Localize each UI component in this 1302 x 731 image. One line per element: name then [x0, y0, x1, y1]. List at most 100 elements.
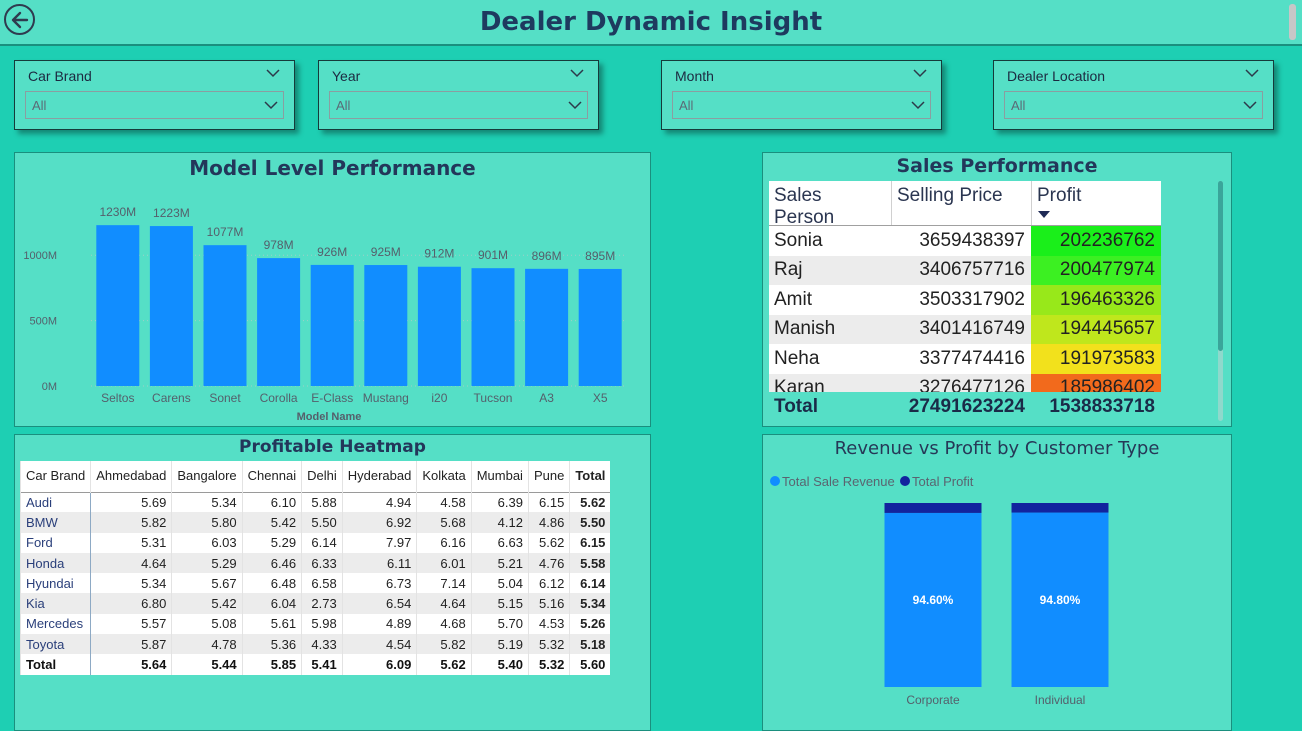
column-header[interactable]: Delhi [301, 461, 343, 492]
column-header[interactable]: Ahmedabad [90, 461, 172, 492]
bar[interactable] [525, 268, 569, 386]
chevron-down-icon[interactable] [568, 99, 582, 111]
slicer-value: All [336, 98, 351, 113]
slicer-dropdown[interactable]: All [25, 91, 284, 119]
value-cell: 5.67 [171, 573, 243, 594]
bar[interactable] [203, 245, 247, 386]
table-scrollbar-thumb[interactable] [1218, 181, 1223, 351]
model-performance-panel: Model Level Performance 0M 500M 1000M 1230M… [14, 152, 651, 427]
selling-price-cell: 3503317902 [919, 288, 1025, 310]
table-row[interactable]: Hyundai 5.34 5.67 6.48 6.58 6.73 7.14 5.04 6.12 6… [19, 573, 611, 594]
chevron-down-icon[interactable] [911, 99, 925, 111]
slicer-label: Car Brand [28, 68, 92, 84]
sales-table-header: Sales Person Selling Price Profit [769, 181, 1161, 228]
chevron-down-icon[interactable] [570, 67, 584, 79]
value-cell: 6.11 [341, 552, 417, 574]
column-header[interactable]: Bangalore [171, 461, 243, 492]
value-cell: 5.29 [171, 552, 243, 574]
value-cell: 6.09 [341, 654, 417, 675]
chevron-down-icon[interactable] [1243, 99, 1257, 111]
slicer-year[interactable]: Year All [318, 60, 599, 130]
value-cell: 4.64 [416, 593, 472, 614]
table-row[interactable]: BMW 5.82 5.80 5.42 5.50 6.92 5.68 4.12 4.86 5.50 [19, 512, 611, 533]
page-scrollbar[interactable] [1289, 4, 1296, 40]
bar[interactable] [96, 225, 140, 386]
value-cell: 5.58 [569, 552, 611, 574]
profit-cell: 196463326 [1031, 285, 1161, 315]
value-cell: 5.69 [90, 492, 172, 513]
table-row[interactable]: Amit 3503317902 196463326 [769, 285, 1161, 315]
model-bar-chart: 0M 500M 1000M 1230M Seltos 1223M Carens 1077M So… [23, 205, 627, 423]
value-cell: 4.64 [90, 552, 172, 574]
chevron-down-icon[interactable] [913, 67, 927, 79]
table-row[interactable]: Ford 5.31 6.03 5.29 6.14 7.97 6.16 6.63 5.62 6.15 [19, 532, 611, 553]
data-label: 978M [264, 238, 294, 252]
legend-marker[interactable] [770, 476, 780, 486]
table-row[interactable]: Audi 5.69 5.34 6.10 5.88 4.94 4.58 6.39 6.15 5.62 [19, 492, 611, 513]
value-cell: 6.10 [241, 492, 302, 513]
brand-cell: Ford [19, 532, 92, 553]
legend-label[interactable]: Total Sale Revenue [782, 474, 895, 489]
column-header[interactable]: Pune [527, 461, 570, 492]
slicer-value: All [32, 98, 47, 113]
column-header[interactable]: Mumbai [470, 461, 529, 492]
data-label: 895M [585, 249, 615, 263]
total-row[interactable]: Total 5.64 5.44 5.85 5.41 6.09 5.62 5.40 5.32 5.6… [19, 654, 611, 675]
value-cell: 6.14 [301, 532, 343, 553]
value-cell: 6.04 [241, 593, 302, 614]
stacked-bar-segment[interactable] [884, 503, 982, 513]
value-cell: 5.36 [241, 634, 302, 655]
slicer-value: All [679, 98, 694, 113]
bar[interactable] [364, 265, 408, 386]
table-row[interactable]: Honda 4.64 5.29 6.46 6.33 6.11 6.01 5.21 4.76 5.5… [19, 552, 611, 574]
table-row[interactable]: Toyota 5.87 4.78 5.36 4.33 4.54 5.82 5.19 5.32 5.… [19, 634, 611, 655]
slicer-value: All [1011, 98, 1026, 113]
data-label: 1077M [207, 225, 244, 239]
value-cell: 5.29 [241, 532, 302, 553]
bar[interactable] [578, 268, 622, 386]
stacked-bar-segment[interactable] [1011, 503, 1109, 513]
slicer-month[interactable]: Month All [661, 60, 942, 130]
table-row[interactable]: Sonia 3659438397 202236762 [769, 226, 1161, 256]
chevron-down-icon[interactable] [1245, 67, 1259, 79]
bar[interactable] [471, 268, 515, 386]
bar[interactable] [149, 226, 193, 386]
column-header[interactable]: Hyderabad [341, 461, 417, 492]
column-header[interactable]: Car Brand [19, 461, 91, 492]
value-cell: 5.16 [527, 593, 570, 614]
bar[interactable] [257, 258, 301, 386]
slicer-dropdown[interactable]: All [329, 91, 588, 119]
column-header[interactable]: Total [569, 461, 611, 492]
value-cell: 5.80 [171, 512, 243, 533]
value-cell: 4.86 [527, 512, 570, 533]
value-cell: 6.16 [416, 532, 472, 553]
column-header-profit[interactable]: Profit [1031, 181, 1161, 225]
sort-descending-icon[interactable] [1038, 211, 1050, 219]
profit-cell: 202236762 [1031, 226, 1161, 256]
legend-label[interactable]: Total Profit [912, 474, 974, 489]
profit-cell: 194445657 [1031, 314, 1161, 344]
value-cell: 5.82 [90, 512, 172, 533]
column-header-sales-person[interactable]: Sales Person [769, 181, 891, 228]
bar[interactable] [417, 266, 461, 386]
chevron-down-icon[interactable] [266, 67, 280, 79]
column-header[interactable]: Kolkata [416, 461, 472, 492]
slicer-car-brand[interactable]: Car Brand All [14, 60, 295, 130]
table-row[interactable]: Karan 3276477126 185986402 [769, 373, 1161, 392]
slicer-dropdown[interactable]: All [1004, 91, 1263, 119]
table-row[interactable]: Mercedes 5.57 5.08 5.61 5.98 4.89 4.68 5.70 4.53… [19, 613, 611, 635]
brand-cell: BMW [19, 512, 92, 533]
value-cell: 5.82 [416, 634, 472, 655]
table-row[interactable]: Neha 3377474416 191973583 [769, 344, 1161, 374]
table-row[interactable]: Raj 3406757716 200477974 [769, 255, 1161, 285]
column-header[interactable]: Chennai [241, 461, 302, 492]
value-cell: 5.62 [569, 492, 611, 513]
table-row[interactable]: Manish 3401416749 194445657 [769, 314, 1161, 344]
table-row[interactable]: Kia 6.80 5.42 6.04 2.73 6.54 4.64 5.15 5.16 5.34 [19, 593, 611, 614]
legend-marker[interactable] [900, 476, 910, 486]
column-header-selling-price[interactable]: Selling Price [891, 181, 1031, 225]
slicer-dealer-location[interactable]: Dealer Location All [993, 60, 1274, 130]
bar[interactable] [310, 264, 354, 386]
chevron-down-icon[interactable] [264, 99, 278, 111]
slicer-dropdown[interactable]: All [672, 91, 931, 119]
